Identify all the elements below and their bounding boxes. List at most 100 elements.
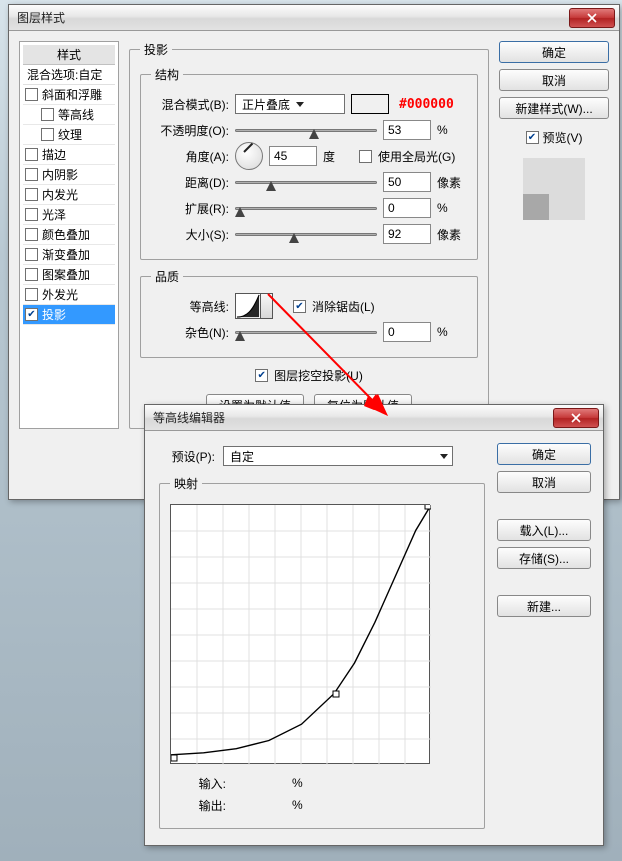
- blend-mode-value: 正片叠底: [242, 96, 290, 113]
- angle-dial[interactable]: [235, 142, 263, 170]
- sidebar-item-label: 颜色叠加: [42, 225, 90, 245]
- sidebar-item-label: 描边: [42, 145, 66, 165]
- save-button[interactable]: 存储(S)...: [497, 547, 591, 569]
- sidebar-item-dropshadow[interactable]: ✔投影: [23, 305, 115, 325]
- global-light-label: 使用全局光(G): [378, 148, 455, 165]
- contour-dropdown-button[interactable]: [261, 293, 273, 319]
- spread-label: 扩展(R):: [151, 200, 229, 217]
- angle-label: 角度(A):: [151, 148, 229, 165]
- checkbox-icon[interactable]: [25, 168, 38, 181]
- sidebar-item-label: 内发光: [42, 185, 78, 205]
- sidebar-item-label: 渐变叠加: [42, 245, 90, 265]
- sidebar-item-label: 图案叠加: [42, 265, 90, 285]
- color-swatch[interactable]: [351, 94, 389, 114]
- blend-mode-combo[interactable]: 正片叠底: [235, 94, 345, 114]
- contour-curve-canvas[interactable]: [170, 504, 430, 764]
- preset-label: 预设(P):: [159, 448, 215, 465]
- sidebar-item-innerglow[interactable]: 内发光: [23, 185, 115, 205]
- ok-button[interactable]: 确定: [497, 443, 591, 465]
- sidebar-item-coloroverlay[interactable]: 颜色叠加: [23, 225, 115, 245]
- checkbox-icon[interactable]: [25, 148, 38, 161]
- new-style-button[interactable]: 新建样式(W)...: [499, 97, 609, 119]
- size-unit: 像素: [437, 226, 467, 243]
- contour-picker[interactable]: [235, 293, 273, 319]
- titlebar[interactable]: 等高线编辑器: [145, 405, 603, 431]
- close-icon: [571, 413, 581, 423]
- antialias-checkbox[interactable]: ✔: [293, 300, 306, 313]
- sidebar-blend-options[interactable]: 混合选项:自定: [23, 65, 115, 85]
- sidebar-item-innershadow[interactable]: 内阴影: [23, 165, 115, 185]
- antialias-label: 消除锯齿(L): [312, 298, 375, 315]
- dialog-title: 等高线编辑器: [153, 409, 225, 426]
- checkbox-icon[interactable]: [25, 268, 38, 281]
- preset-combo[interactable]: 自定: [223, 446, 453, 466]
- mapping-group: 映射 输入: %: [159, 475, 485, 829]
- sidebar-header[interactable]: 样式: [23, 45, 115, 65]
- sidebar-item-label: 光泽: [42, 205, 66, 225]
- noise-input[interactable]: 0: [383, 322, 431, 342]
- preview-checkbox[interactable]: ✔: [526, 131, 539, 144]
- size-label: 大小(S):: [151, 226, 229, 243]
- sidebar-item-patternoverlay[interactable]: 图案叠加: [23, 265, 115, 285]
- input-label: 输入:: [170, 775, 226, 792]
- sidebar-item-gradientoverlay[interactable]: 渐变叠加: [23, 245, 115, 265]
- drop-shadow-group: 投影 结构 混合模式(B): 正片叠底 #000000 不透明度(O):: [129, 41, 489, 429]
- checkbox-icon[interactable]: [25, 188, 38, 201]
- checkbox-icon[interactable]: [25, 248, 38, 261]
- blend-mode-label: 混合模式(B):: [151, 96, 229, 113]
- sidebar-item-label: 纹理: [58, 125, 82, 145]
- close-button[interactable]: [569, 8, 615, 28]
- sidebar-item-label: 斜面和浮雕: [42, 85, 102, 105]
- contour-thumbnail-icon: [235, 293, 261, 319]
- cancel-button[interactable]: 取消: [499, 69, 609, 91]
- preview-label: 预览(V): [543, 129, 583, 146]
- sidebar-item-bevel[interactable]: 斜面和浮雕: [23, 85, 115, 105]
- close-icon: [587, 13, 597, 23]
- angle-input[interactable]: 45: [269, 146, 317, 166]
- distance-unit: 像素: [437, 174, 467, 191]
- checkbox-icon[interactable]: [41, 108, 54, 121]
- opacity-slider[interactable]: [235, 121, 377, 139]
- size-slider[interactable]: [235, 225, 377, 243]
- output-label: 输出:: [170, 797, 226, 814]
- sidebar-item-contour[interactable]: 等高线: [23, 105, 115, 125]
- spread-unit: %: [437, 201, 467, 215]
- checkbox-icon[interactable]: [25, 88, 38, 101]
- sidebar-item-label: 外发光: [42, 285, 78, 305]
- cancel-button[interactable]: 取消: [497, 471, 591, 493]
- sidebar-item-satin[interactable]: 光泽: [23, 205, 115, 225]
- spread-input[interactable]: 0: [383, 198, 431, 218]
- checkbox-icon[interactable]: [41, 128, 54, 141]
- sidebar-item-stroke[interactable]: 描边: [23, 145, 115, 165]
- mapping-legend: 映射: [170, 475, 202, 492]
- chevron-down-icon: [296, 102, 304, 107]
- opacity-input[interactable]: 53: [383, 120, 431, 140]
- color-annotation: #000000: [399, 97, 454, 112]
- structure-legend: 结构: [151, 66, 183, 83]
- ok-button[interactable]: 确定: [499, 41, 609, 63]
- sidebar-item-outerglow[interactable]: 外发光: [23, 285, 115, 305]
- distance-label: 距离(D):: [151, 174, 229, 191]
- knockout-checkbox[interactable]: ✔: [255, 369, 268, 382]
- distance-input[interactable]: 50: [383, 172, 431, 192]
- global-light-checkbox[interactable]: [359, 150, 372, 163]
- close-button[interactable]: [553, 408, 599, 428]
- sidebar-item-texture[interactable]: 纹理: [23, 125, 115, 145]
- new-button[interactable]: 新建...: [497, 595, 591, 617]
- checkbox-icon[interactable]: [25, 228, 38, 241]
- spread-slider[interactable]: [235, 199, 377, 217]
- checkbox-icon[interactable]: [25, 288, 38, 301]
- sidebar-item-label: 等高线: [58, 105, 94, 125]
- output-unit: %: [292, 798, 303, 812]
- size-input[interactable]: 92: [383, 224, 431, 244]
- opacity-label: 不透明度(O):: [151, 122, 229, 139]
- checkbox-icon[interactable]: ✔: [25, 308, 38, 321]
- structure-group: 结构 混合模式(B): 正片叠底 #000000 不透明度(O): 53: [140, 66, 478, 260]
- load-button[interactable]: 载入(L)...: [497, 519, 591, 541]
- checkbox-icon[interactable]: [25, 208, 38, 221]
- styles-sidebar: 样式 混合选项:自定 斜面和浮雕 等高线 纹理 描边 内阴影 内发光 光泽 颜色…: [19, 41, 119, 429]
- noise-slider[interactable]: [235, 323, 377, 341]
- titlebar[interactable]: 图层样式: [9, 5, 619, 31]
- distance-slider[interactable]: [235, 173, 377, 191]
- chevron-down-icon: [440, 454, 448, 459]
